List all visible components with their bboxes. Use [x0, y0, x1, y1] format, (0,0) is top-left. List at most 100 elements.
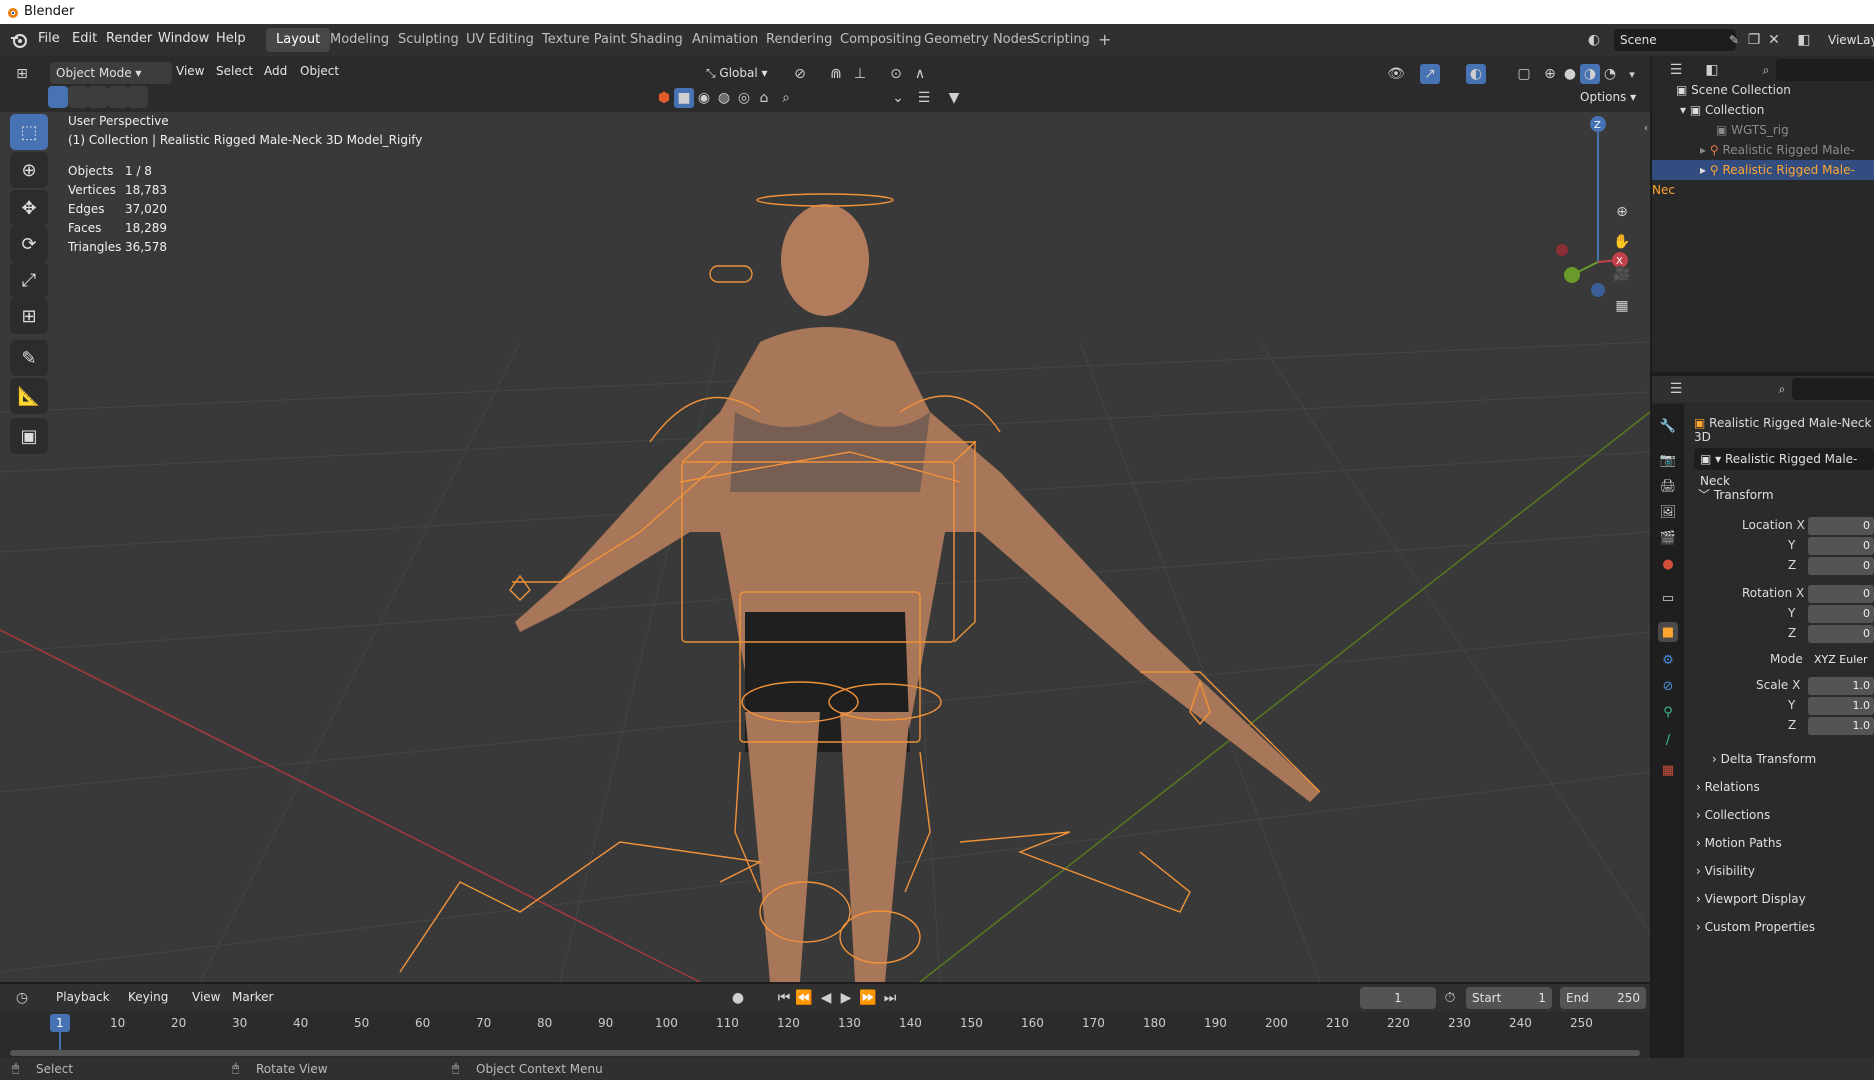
tool-tab-icon[interactable]: 🔧 — [1658, 416, 1678, 436]
snap-icon[interactable]: ⋒ — [826, 64, 846, 84]
world-filter-icon[interactable]: ◎ — [734, 88, 754, 108]
bone-tab-icon[interactable]: / — [1658, 730, 1678, 750]
end-frame-field[interactable]: End 250 — [1560, 987, 1646, 1009]
visibility-icon[interactable]: 👁 — [1386, 64, 1406, 84]
pin-icon[interactable]: ✎ — [1724, 30, 1744, 50]
visibility-panel[interactable]: › Visibility — [1696, 864, 1755, 878]
menu-help[interactable]: Help — [216, 31, 246, 46]
mesh-filter-icon[interactable]: ■ — [674, 88, 694, 108]
texture-tab-icon[interactable]: ▦ — [1658, 760, 1678, 780]
modifiers-tab-icon[interactable]: ⚙ — [1658, 650, 1678, 670]
transform-tool-icon[interactable]: ⊞ — [10, 298, 48, 334]
menu-object[interactable]: Object — [300, 64, 339, 78]
rotation-x-field[interactable]: 0 — [1808, 585, 1874, 603]
select-intersect-button[interactable] — [128, 86, 148, 108]
view-layer-icon[interactable]: ◧ — [1794, 30, 1814, 50]
display-mode-icon[interactable]: ◧ — [1702, 60, 1722, 80]
transform-panel-header[interactable]: ﹀ Transform — [1698, 486, 1774, 503]
menu-render[interactable]: Render — [106, 31, 152, 46]
new-scene-icon[interactable]: ❐ — [1744, 30, 1764, 50]
record-icon[interactable]: ● — [728, 988, 748, 1008]
tab-uv-editing[interactable]: UV Editing — [456, 28, 544, 52]
rotation-z-field[interactable]: 0 — [1808, 625, 1874, 643]
object-name-field[interactable]: ▣ ▾ Realistic Rigged Male-Neck — [1694, 448, 1874, 488]
proportional-edit-icon[interactable]: ⊙ — [886, 64, 906, 84]
outliner-item-armature[interactable]: ▸ ⚲ Realistic Rigged Male-Nec — [1652, 140, 1874, 177]
search-icon[interactable]: ⌕ — [776, 88, 796, 108]
overlay-toggle-icon[interactable]: ◐ — [1466, 64, 1486, 84]
pivot-point-icon[interactable]: ⊘ — [790, 64, 810, 84]
menu-keying[interactable]: Keying — [128, 990, 168, 1004]
location-x-field[interactable]: 0 — [1808, 517, 1874, 535]
mode-selector[interactable]: Object Mode ▾ — [50, 62, 172, 84]
menu-add[interactable]: Add — [264, 64, 287, 78]
add-cube-tool-icon[interactable]: ▣ — [10, 418, 48, 454]
scale-y-field[interactable]: 1.0 — [1808, 697, 1874, 715]
view-layer-selector[interactable]: ViewLay — [1822, 29, 1874, 51]
funnel-icon[interactable]: ▼ — [944, 88, 964, 108]
expand-arrow-icon[interactable]: ▸ — [1700, 163, 1710, 177]
outliner-item-mesh-selected[interactable]: ▸ ⚲ Realistic Rigged Male-Nec — [1652, 160, 1874, 197]
camera-view-icon[interactable]: 🎥 — [1612, 264, 1632, 284]
jump-start-icon[interactable]: ⏮ — [774, 988, 794, 1008]
rotate-tool-icon[interactable]: ⟳ — [10, 226, 48, 262]
rotation-mode-select[interactable]: XYZ Euler — [1808, 651, 1874, 669]
menu-marker[interactable]: Marker — [232, 990, 273, 1004]
select-subtract-button[interactable] — [88, 86, 108, 108]
expand-arrow-icon[interactable]: ▾ — [1680, 103, 1690, 117]
properties-search-icon[interactable]: ⌕ — [1772, 379, 1792, 399]
object-tab-icon[interactable]: ■ — [1658, 622, 1678, 642]
location-y-field[interactable]: 0 — [1808, 537, 1874, 555]
sidebar-toggle-icon[interactable]: ‹ — [1636, 118, 1650, 138]
armature-filter-icon[interactable]: ◉ — [694, 88, 714, 108]
3d-viewport[interactable]: Z X User Perspective (1) Collection | Re… — [0, 112, 1650, 982]
select-extend-button[interactable] — [68, 86, 88, 108]
blender-menu-icon[interactable] — [10, 32, 28, 48]
scene-icon[interactable]: ◐ — [1584, 30, 1604, 50]
next-keyframe-icon[interactable]: ⏩ — [858, 988, 878, 1008]
outliner-search-icon[interactable]: ⌕ — [1756, 60, 1776, 80]
select-invert-button[interactable] — [108, 86, 128, 108]
falloff-icon[interactable]: ∧ — [910, 64, 930, 84]
location-z-field[interactable]: 0 — [1808, 557, 1874, 575]
move-tool-icon[interactable]: ✥ — [10, 190, 48, 226]
delete-scene-icon[interactable]: ✕ — [1764, 30, 1784, 50]
viewport-canvas[interactable]: Z X — [0, 112, 1650, 982]
solid-shading-icon[interactable]: ● — [1560, 64, 1580, 84]
add-workspace-button[interactable]: + — [1088, 28, 1121, 52]
scene-tab-icon[interactable]: 🎬 — [1658, 528, 1678, 548]
output-tab-icon[interactable]: 🖨 — [1658, 476, 1678, 496]
shading-options-icon[interactable]: ▾ — [1622, 64, 1642, 84]
motion-paths-panel[interactable]: › Motion Paths — [1696, 836, 1782, 850]
cursor-tool-icon[interactable]: ⊕ — [10, 152, 48, 188]
filter-dropdown-icon[interactable]: ⌄ — [888, 88, 908, 108]
sort-icon[interactable]: ☰ — [914, 88, 934, 108]
play-icon[interactable]: ▶ — [836, 988, 856, 1008]
play-reverse-icon[interactable]: ◀ — [816, 988, 836, 1008]
annotate-tool-icon[interactable]: ✎ — [10, 340, 48, 376]
delta-transform-panel[interactable]: › Delta Transform — [1712, 752, 1816, 766]
outliner-type-icon[interactable]: ☰ — [1666, 60, 1686, 80]
outliner-item-scene-collection[interactable]: ▣ Scene Collection — [1652, 80, 1874, 100]
stopwatch-icon[interactable]: ⏱ — [1440, 988, 1460, 1008]
ortho-toggle-icon[interactable]: ▦ — [1612, 296, 1632, 316]
world-tab-icon[interactable]: ● — [1658, 554, 1678, 574]
jump-end-icon[interactable]: ⏭ — [880, 988, 900, 1008]
measure-tool-icon[interactable]: 📐 — [10, 378, 48, 414]
zoom-icon[interactable]: ⊕ — [1612, 202, 1632, 222]
properties-type-icon[interactable]: ☰ — [1666, 379, 1686, 399]
outliner-item-collection[interactable]: ▾ ▣ Collection — [1652, 100, 1874, 120]
editor-type-icon[interactable]: ⊞ — [12, 64, 32, 84]
character-mesh[interactable] — [515, 204, 1320, 982]
collections-panel[interactable]: › Collections — [1696, 808, 1770, 822]
pan-hand-icon[interactable]: ✋ — [1612, 232, 1632, 252]
transform-orientation[interactable]: ⤡ Global ▾ — [700, 62, 792, 84]
menu-timeline-view[interactable]: View — [192, 990, 220, 1004]
options-button[interactable]: Options ▾ — [1574, 86, 1646, 108]
select-box-tool-icon[interactable]: ⬚ — [10, 114, 48, 150]
render-tab-icon[interactable]: 📷 — [1658, 450, 1678, 470]
material-shading-icon[interactable]: ◑ — [1580, 64, 1600, 84]
viewport-display-panel[interactable]: › Viewport Display — [1696, 892, 1806, 906]
menu-window[interactable]: Window — [158, 31, 209, 46]
outliner-item-wgts-rig[interactable]: ▣ WGTS_rig — [1652, 120, 1874, 140]
